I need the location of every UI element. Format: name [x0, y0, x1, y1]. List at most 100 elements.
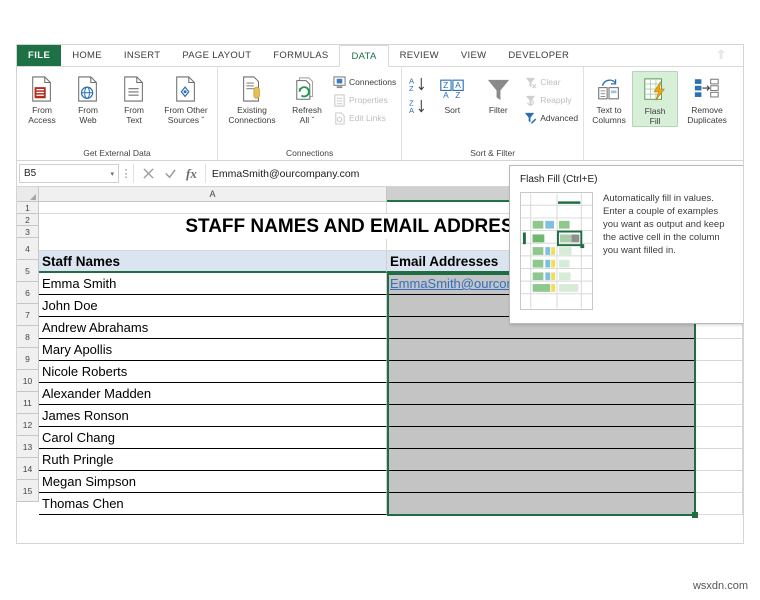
cell-b15[interactable]	[387, 493, 695, 515]
tab-data[interactable]: DATA	[339, 45, 388, 67]
cell-b14[interactable]	[387, 471, 695, 493]
staff-name-value: Megan Simpson	[42, 474, 136, 489]
row-header-13[interactable]: 13	[17, 436, 39, 458]
row-header-5-label: 5	[25, 266, 30, 276]
row-header-4[interactable]: 4	[17, 238, 39, 260]
from-access-label: From Access	[28, 105, 55, 125]
cell-c13[interactable]	[695, 449, 743, 471]
connections-button[interactable]: Connections	[330, 73, 399, 91]
svg-text:Z: Z	[409, 84, 414, 93]
tab-page-layout[interactable]: PAGE LAYOUT	[171, 45, 262, 66]
row-header-12[interactable]: 12	[17, 414, 39, 436]
filter-button[interactable]: Filter	[475, 71, 521, 115]
row-header-6-label: 6	[25, 288, 30, 298]
row-header-12-label: 12	[23, 420, 32, 430]
cell-b10[interactable]	[387, 383, 695, 405]
row-header-column: 1 2 3 4 5 6 7 8 9 10 11 12 13 14 15	[17, 202, 39, 515]
tab-file[interactable]: FILE	[17, 45, 61, 66]
remove-duplicates-button[interactable]: Remove Duplicates	[678, 71, 736, 125]
cell-a5[interactable]: Emma Smith	[39, 273, 387, 295]
remove-duplicates-icon	[693, 73, 721, 105]
row-header-10[interactable]: 10	[17, 370, 39, 392]
cell-c15[interactable]	[695, 493, 743, 515]
confirm-icon[interactable]	[164, 167, 177, 180]
cell-a7[interactable]: Andrew Abrahams	[39, 317, 387, 339]
insert-function-icon[interactable]: fx	[186, 166, 197, 182]
cell-a15[interactable]: Thomas Chen	[39, 493, 387, 515]
properties-button: Properties	[330, 91, 399, 109]
cell-a14[interactable]: Megan Simpson	[39, 471, 387, 493]
cell-b13[interactable]	[387, 449, 695, 471]
row-header-11[interactable]: 11	[17, 392, 39, 414]
formula-bar-divider-handle[interactable]: ⋮	[119, 167, 133, 180]
cell-c14[interactable]	[695, 471, 743, 493]
staff-name-value: Thomas Chen	[42, 496, 124, 511]
row-header-1[interactable]: 1	[17, 202, 39, 214]
reapply-filter-label: Reapply	[540, 95, 571, 105]
chevron-down-icon[interactable]: ▾	[110, 170, 114, 178]
row-header-3[interactable]: 3	[17, 226, 39, 238]
cell-a11[interactable]: James Ronson	[39, 405, 387, 427]
text-to-columns-label: Text to Columns	[592, 105, 626, 125]
text-to-columns-button[interactable]: Text to Columns	[586, 71, 632, 125]
cell-b11[interactable]	[387, 405, 695, 427]
cell-a12[interactable]: Carol Chang	[39, 427, 387, 449]
cell-c11[interactable]	[695, 405, 743, 427]
row-header-14[interactable]: 14	[17, 458, 39, 480]
ribbon-group-data-tools: Text to Columns	[584, 67, 743, 160]
existing-connections-button[interactable]: Existing Connections	[220, 71, 284, 125]
header-staff-names: Staff Names	[42, 254, 120, 269]
ribbon-collapse-icon[interactable]	[713, 47, 729, 63]
row-header-2[interactable]: 2	[17, 214, 39, 226]
refresh-all-button[interactable]: Refresh All ˇ	[284, 71, 330, 125]
table-row: James Ronson	[39, 405, 743, 427]
name-box[interactable]: B5 ▾	[19, 164, 119, 183]
sort-descending-icon[interactable]: Z A	[407, 96, 427, 116]
tab-view[interactable]: VIEW	[450, 45, 497, 66]
cell-b8[interactable]	[387, 339, 695, 361]
from-text-button[interactable]: From Text	[111, 71, 157, 125]
sort-ascending-icon[interactable]: A Z	[407, 74, 427, 94]
cell-b12[interactable]	[387, 427, 695, 449]
cell-b9[interactable]	[387, 361, 695, 383]
cell-c8[interactable]	[695, 339, 743, 361]
cell-a6[interactable]: John Doe	[39, 295, 387, 317]
select-all-corner[interactable]	[17, 187, 39, 202]
tab-review[interactable]: REVIEW	[389, 45, 450, 66]
ribbon-group-connections: Existing Connections Refresh All ˇ	[218, 67, 402, 160]
cell-a13[interactable]: Ruth Pringle	[39, 449, 387, 471]
tab-developer[interactable]: DEVELOPER	[497, 45, 580, 66]
cell-a10[interactable]: Alexander Madden	[39, 383, 387, 405]
cancel-icon[interactable]	[142, 167, 155, 180]
from-web-button[interactable]: From Web	[65, 71, 111, 125]
fill-handle[interactable]	[692, 512, 698, 518]
row-header-8[interactable]: 8	[17, 326, 39, 348]
staff-name-value: Mary Apollis	[42, 342, 112, 357]
from-other-sources-button[interactable]: From Other Sources ˇ	[157, 71, 215, 125]
cell-c12[interactable]	[695, 427, 743, 449]
tab-formulas[interactable]: FORMULAS	[262, 45, 339, 66]
cell-a8[interactable]: Mary Apollis	[39, 339, 387, 361]
tab-home[interactable]: HOME	[61, 45, 113, 66]
row-header-5[interactable]: 5	[17, 260, 39, 282]
cell-a4-staff-names-header[interactable]: Staff Names	[39, 251, 387, 273]
cell-c10[interactable]	[695, 383, 743, 405]
cell-a9[interactable]: Nicole Roberts	[39, 361, 387, 383]
row-header-15[interactable]: 15	[17, 480, 39, 502]
flash-fill-button[interactable]: Flash Fill	[632, 71, 678, 127]
row-header-9[interactable]: 9	[17, 348, 39, 370]
row-header-7[interactable]: 7	[17, 304, 39, 326]
cell-c9[interactable]	[695, 361, 743, 383]
tab-insert[interactable]: INSERT	[113, 45, 171, 66]
sort-button[interactable]: Z A A Z Sort	[429, 71, 475, 115]
row-header-6[interactable]: 6	[17, 282, 39, 304]
column-header-a[interactable]: A	[39, 187, 387, 202]
tab-file-label: FILE	[28, 50, 50, 61]
cell-a1[interactable]	[39, 202, 387, 214]
from-access-button[interactable]: From Access	[19, 71, 65, 125]
staff-name-value: Ruth Pringle	[42, 452, 114, 467]
advanced-filter-button[interactable]: Advanced	[521, 109, 581, 127]
edit-links-label: Edit Links	[349, 113, 386, 123]
cell-a3[interactable]	[39, 239, 387, 251]
data-validation-button[interactable]: Data Validation ˇ	[736, 71, 743, 125]
